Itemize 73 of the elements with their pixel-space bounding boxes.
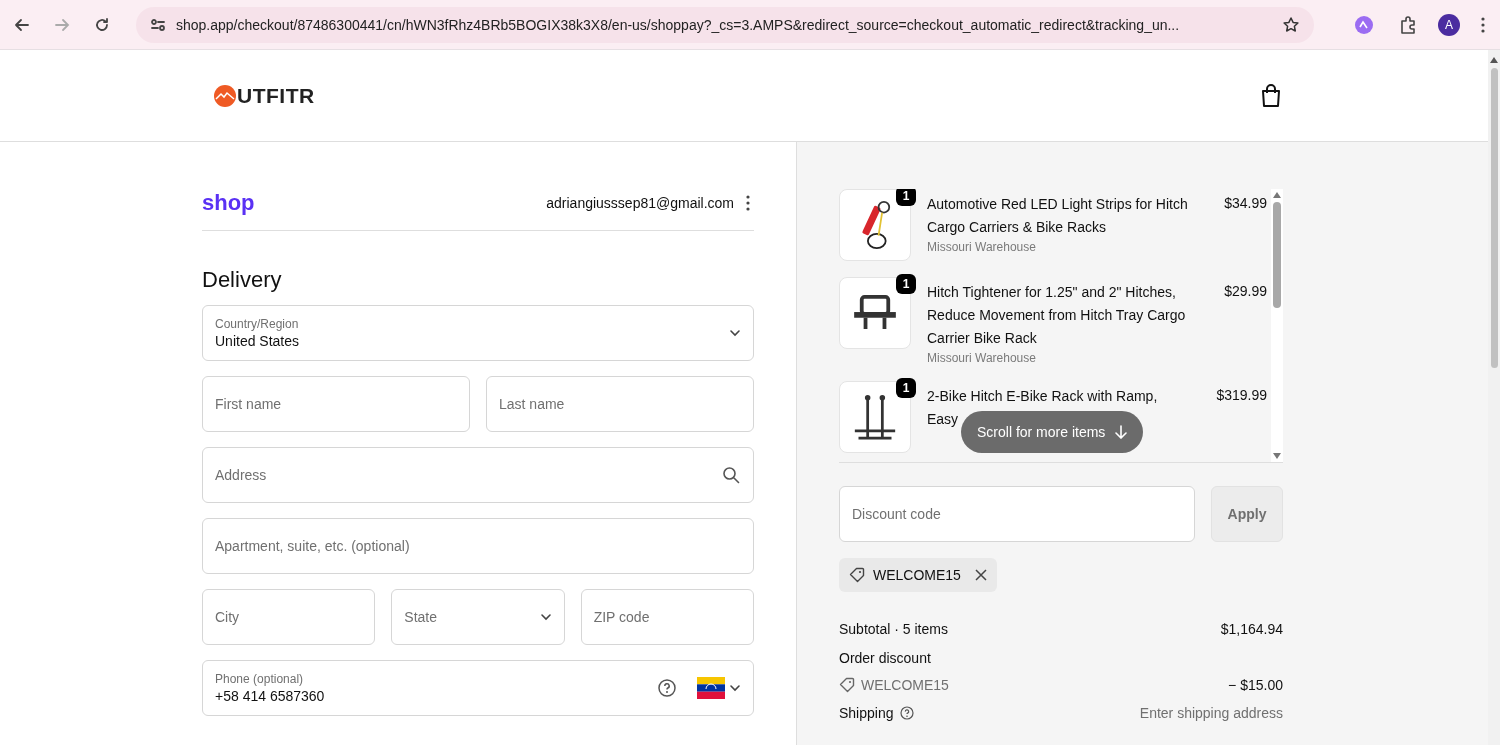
product-title: Hitch Tightener for 1.25" and 2" Hitches, Reduce Movement from Hitch Tray Cargo Carrier Bike Rack — [927, 283, 1187, 348]
chevron-down-icon — [729, 682, 741, 694]
scroll-hint-pill[interactable]: Scroll for more items — [961, 411, 1144, 453]
arrow-down-icon — [1115, 425, 1128, 439]
field-value: +58 414 6587360 — [215, 688, 326, 704]
shop-logo-text: shop — [202, 190, 255, 216]
product-price: $34.99 — [1223, 194, 1267, 213]
shopping-bag-icon[interactable] — [1260, 83, 1282, 108]
select-placeholder: State — [404, 609, 439, 625]
back-icon[interactable] — [14, 16, 30, 33]
scroll-down-arrow-icon — [1272, 452, 1282, 460]
store-logo-text[interactable]: UTFITR — [237, 83, 315, 108]
help-circle-icon — [899, 706, 914, 720]
scrollbar-thumb[interactable] — [1273, 202, 1281, 308]
field-label: Country/Region — [215, 317, 300, 331]
product-warehouse: Missouri Warehouse — [927, 351, 1037, 365]
product-photo-drawing — [859, 200, 891, 250]
summary-label: Shipping — [839, 705, 894, 721]
puzzle-icon[interactable] — [1398, 14, 1418, 35]
quantity-badge: 1 — [896, 378, 916, 398]
profile-avatar[interactable]: A — [1438, 13, 1460, 36]
text-field[interactable]: City — [202, 589, 376, 645]
text-field[interactable]: Apartment, suite, etc. (optional) — [202, 518, 754, 574]
scroll-up-arrow-icon — [1272, 191, 1282, 199]
more-options-icon[interactable] — [1480, 15, 1486, 34]
product-warehouse: Missouri Warehouse — [927, 240, 1037, 254]
page-scrollbar[interactable] — [1488, 50, 1500, 745]
summary-label: Subtotal · 5 items — [839, 621, 948, 637]
summary-value: − $15.00 — [1228, 676, 1283, 693]
close-icon[interactable] — [974, 569, 987, 581]
discount-code-field[interactable]: Discount code — [839, 486, 1195, 542]
product-photo-drawing — [853, 394, 897, 440]
text-field[interactable]: First name — [202, 376, 470, 432]
text-field[interactable]: ZIP code — [580, 589, 754, 645]
scroll-up-arrow-icon — [1489, 56, 1499, 64]
summary-label: Order discount — [839, 649, 931, 666]
product-price: $319.99 — [1215, 386, 1267, 405]
quantity-badge: 1 — [896, 189, 916, 206]
product-photo-drawing — [852, 295, 898, 331]
extension-badge-icon[interactable] — [1354, 14, 1374, 35]
apply-button[interactable]: Apply — [1211, 486, 1283, 542]
summary-value: $1,164.94 — [1220, 621, 1283, 637]
url-text: shop.app/checkout/87486300441/cn/hWN3fRhz4BRb5BOGIX38k3X8/en-us/shoppay?_cs=3.AMPS&redirect_source=checkout_automatic_redirect&tracking_un... — [176, 16, 1181, 33]
product-title: Automotive Red LED Light Strips for Hitch Cargo Carriers & Bike Racks — [927, 195, 1189, 237]
field-value: United States — [215, 333, 301, 349]
text-field[interactable]: Last name — [486, 376, 754, 432]
site-settings-icon — [150, 16, 166, 33]
tag-icon — [849, 567, 865, 583]
country-select[interactable]: Country/Region United States — [202, 305, 754, 361]
search-icon — [722, 466, 740, 484]
chevron-down-icon — [539, 611, 552, 623]
scrollbar[interactable] — [1271, 189, 1283, 462]
help-circle-icon — [657, 678, 677, 698]
state-select[interactable]: State — [391, 589, 565, 645]
section-heading: Delivery — [202, 267, 283, 293]
scrollbar-thumb[interactable] — [1490, 68, 1498, 368]
discount-code: WELCOME15 — [861, 676, 949, 693]
tag-icon — [839, 676, 855, 693]
country-flag-icon — [697, 677, 725, 699]
mountain-circle-logo-icon — [214, 84, 236, 107]
phone-field[interactable]: Phone (optional) +58 414 6587360 — [202, 660, 754, 716]
address-bar[interactable]: shop.app/checkout/87486300441/cn/hWN3fRhz4BRb5BOGIX38k3X8/en-us/shoppay?_cs=3.AMPS&redirect_source=checkout_automatic_redirect&tracking_un... — [136, 6, 1314, 43]
field-label: Phone (optional) — [215, 672, 305, 686]
discount-code: WELCOME15 — [873, 567, 961, 583]
reload-icon[interactable] — [94, 16, 110, 33]
chevron-down-icon — [729, 327, 741, 339]
kebab-menu-icon[interactable] — [746, 195, 750, 211]
summary-value: Enter shipping address — [1139, 705, 1283, 721]
address-field[interactable]: Address — [202, 447, 754, 503]
product-price: $29.99 — [1223, 282, 1267, 301]
quantity-badge: 1 — [896, 274, 916, 294]
account-email: adriangiusssep81@gmail.com — [546, 195, 734, 211]
bookmark-star-icon[interactable] — [1282, 15, 1300, 34]
